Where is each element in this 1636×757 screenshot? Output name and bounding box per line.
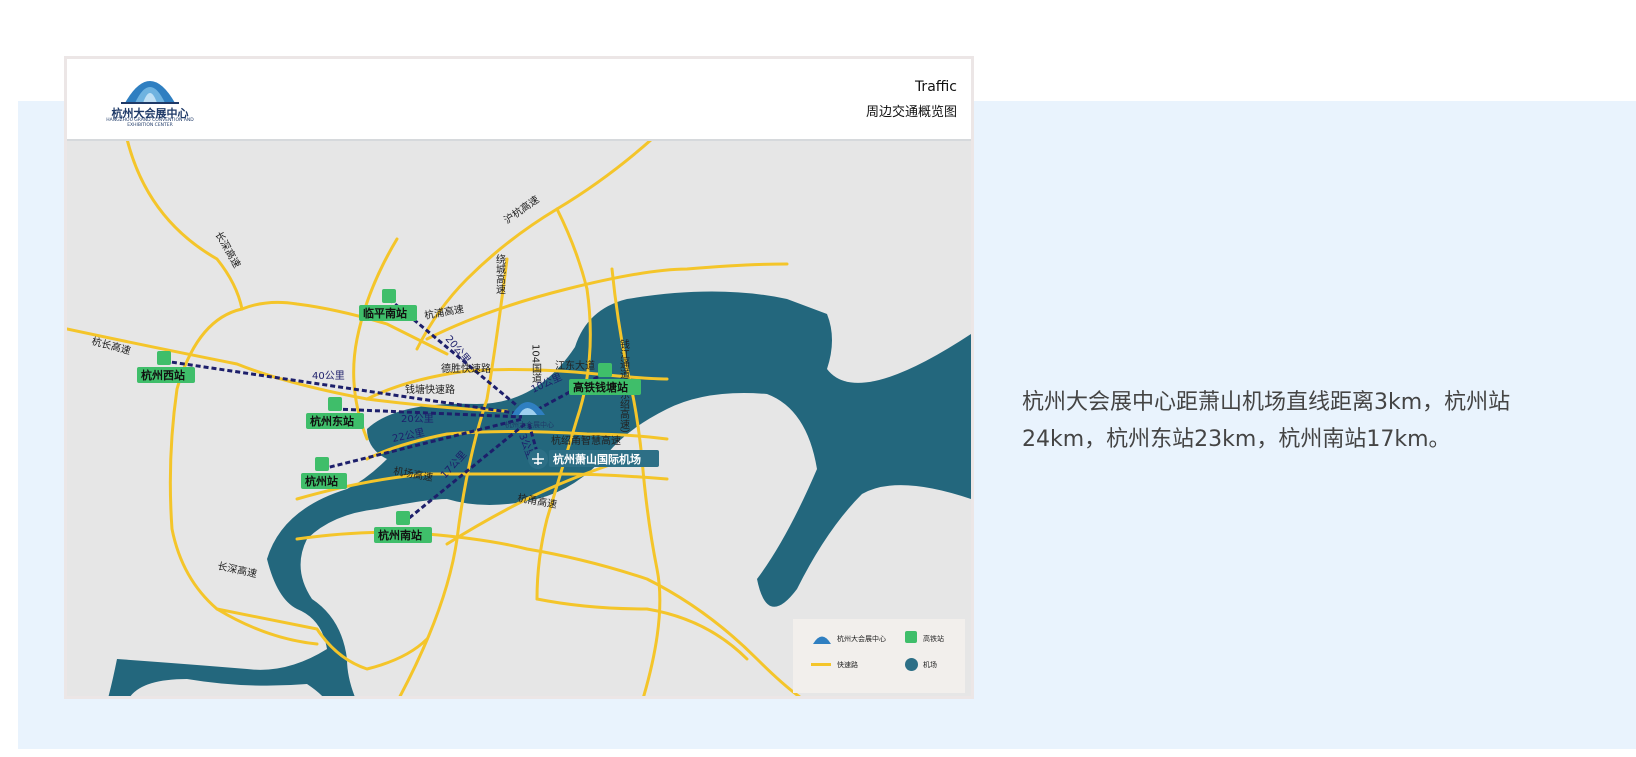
venue-label: 杭州大会展中心	[505, 420, 554, 429]
airport-legend-icon	[905, 658, 918, 671]
map-title-cn: 周边交通概览图	[865, 105, 957, 120]
map-canvas: 沪杭高速 长深高速 绕城高速 杭浦高速 杭长高速 德胜快速路 江东大道 钱塘快速…	[67, 139, 971, 696]
train-station-icon	[157, 351, 171, 365]
station-label: 杭州站	[305, 474, 338, 488]
legend-road-label: 快速路	[837, 661, 858, 669]
logo-subtext: HANGZHOU GRAND CONVENTION AND EXHIBITION…	[106, 118, 194, 128]
road-label: 杭绍甬智慧高速	[551, 434, 621, 447]
map-legend: 杭州大会展中心 高铁站 快速路 机场	[793, 619, 965, 693]
airport-label: 杭州萧山国际机场	[553, 452, 641, 466]
station-label: 杭州东站	[310, 414, 354, 428]
station-label: 临平南站	[363, 306, 407, 320]
road-label: 104国道	[530, 344, 542, 383]
train-station-icon	[328, 397, 342, 411]
train-station-icon	[382, 289, 396, 303]
station-label: 高铁钱塘站	[573, 380, 628, 394]
distance-label: 20公里	[401, 413, 434, 425]
train-station-icon	[315, 457, 329, 471]
traffic-description: 杭州大会展中心距萧山机场直线距离3km，杭州站24km，杭州东站23km，杭州南…	[1022, 390, 1511, 452]
train-station-icon	[598, 363, 612, 377]
map-title-en: Traffic	[914, 79, 957, 95]
legend-station-label: 高铁站	[923, 635, 944, 643]
venue-legend-icon	[813, 636, 831, 644]
legend-airport-label: 机场	[923, 661, 937, 669]
station-label: 杭州南站	[378, 528, 422, 542]
train-station-icon	[396, 511, 410, 525]
map-header: 杭州大会展中心 HANGZHOU GRAND CONVENTION AND EX…	[67, 59, 971, 141]
road-label: 钱塘快速路	[405, 383, 455, 396]
road-label: 绕城高速	[494, 253, 506, 294]
legend-center-label: 杭州大会展中心	[837, 635, 886, 643]
train-station-legend-icon	[905, 631, 917, 643]
traffic-map-card: 杭州大会展中心 HANGZHOU GRAND CONVENTION AND EX…	[64, 56, 974, 699]
station-label: 杭州西站	[141, 368, 185, 382]
distance-label: 40公里	[312, 370, 345, 382]
road-legend-swatch	[811, 663, 831, 666]
road-label: 江东大道	[555, 359, 595, 372]
venue-logo: 杭州大会展中心 HANGZHOU GRAND CONVENTION AND EX…	[105, 65, 195, 131]
